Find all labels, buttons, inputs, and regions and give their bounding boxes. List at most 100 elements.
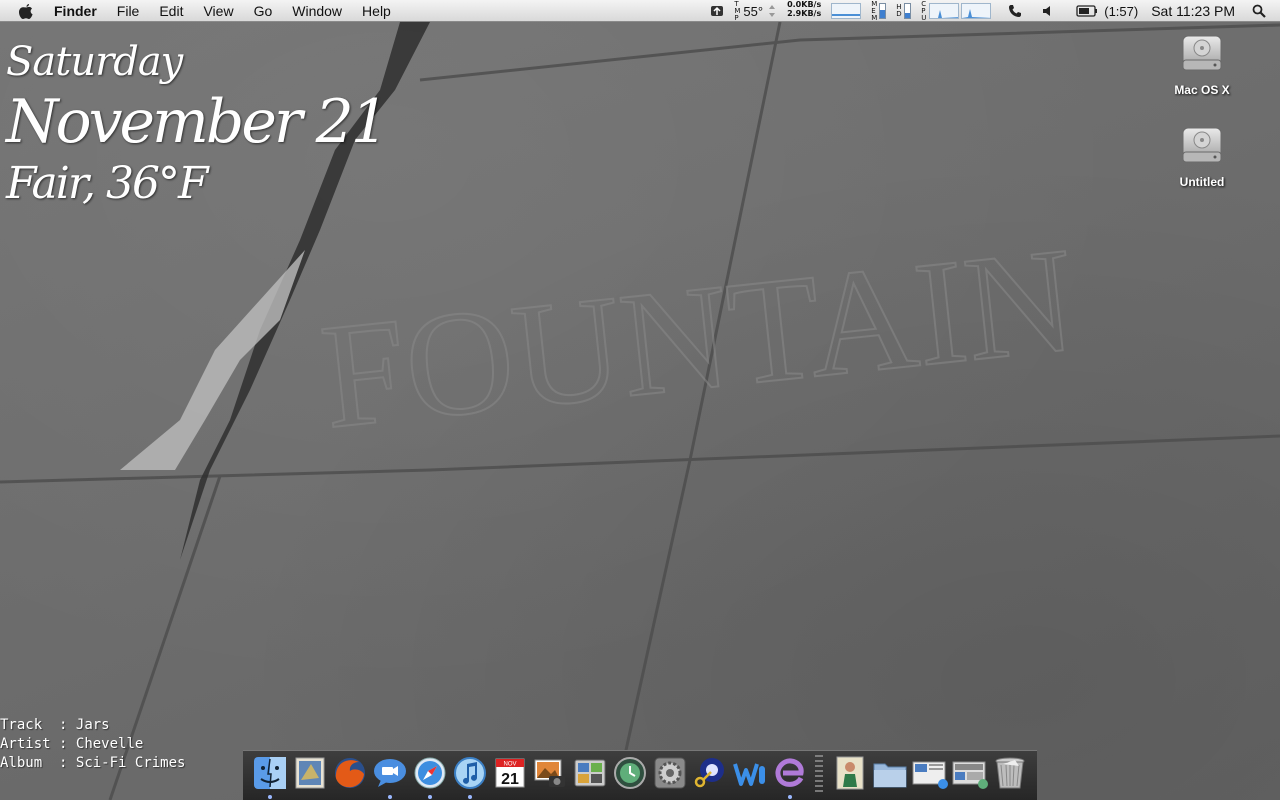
- network-graph[interactable]: [831, 0, 862, 22]
- battery-time: (1:57): [1104, 3, 1139, 19]
- dock-ical[interactable]: NOV 21: [491, 754, 529, 792]
- downloads-stack-icon: [952, 761, 988, 789]
- phone-icon[interactable]: [1008, 0, 1022, 22]
- battery-icon: [1076, 5, 1098, 17]
- battery-status[interactable]: (1:57): [1076, 0, 1138, 22]
- disk-monitor[interactable]: HD: [896, 0, 912, 22]
- dock-picture-stack[interactable]: [831, 754, 869, 792]
- day-of-week: Saturday: [6, 39, 183, 85]
- folder-stack-icon: [873, 763, 907, 788]
- network-monitor[interactable]: 0.0KB/s 2.9KB/s: [787, 0, 821, 22]
- dock-itunes[interactable]: [451, 754, 489, 799]
- disk-meter: [904, 3, 912, 19]
- itunes-icon: [454, 757, 486, 789]
- cpu-graph-2: [961, 3, 992, 19]
- menu-go[interactable]: Go: [244, 0, 283, 22]
- net-up-value: 2.9KB/s: [787, 9, 822, 18]
- album-label: Album: [0, 755, 43, 771]
- dock-iphoto[interactable]: [531, 754, 569, 792]
- menu-window[interactable]: Window: [282, 0, 352, 22]
- dock-firefox[interactable]: [331, 754, 369, 792]
- separator: :: [59, 755, 68, 771]
- cpu-label: CPU: [921, 0, 927, 22]
- apple-menu-icon[interactable]: [18, 2, 38, 20]
- artist-value: Chevelle: [75, 736, 144, 752]
- dock-dashboard[interactable]: [571, 754, 609, 792]
- menu-edit[interactable]: Edit: [149, 0, 193, 22]
- menu-view[interactable]: View: [193, 0, 243, 22]
- time-machine-icon: [614, 757, 646, 789]
- safari-icon: [414, 757, 446, 789]
- artist-label: Artist: [0, 736, 51, 752]
- spotlight-search-icon[interactable]: [1252, 0, 1266, 22]
- desktop-icon-mac-os-x[interactable]: Mac OS X: [1157, 32, 1247, 97]
- temp-label: TMP: [734, 0, 741, 22]
- dock-keychain[interactable]: [691, 754, 729, 792]
- dock-ichat[interactable]: [371, 754, 409, 799]
- stepper-arrows-icon: [769, 5, 776, 17]
- memory-monitor[interactable]: MEM: [871, 0, 887, 22]
- keychain-icon: [694, 758, 724, 788]
- dock-downloads-stack[interactable]: [951, 754, 989, 792]
- album-value: Sci-Fi Crimes: [75, 755, 186, 771]
- menu-extras: TMP 55° 0.0KB/s 2.9KB/s MEM HD CPU (1:57…: [705, 0, 1280, 22]
- app-menu[interactable]: Finder: [52, 0, 107, 22]
- ical-day: 21: [501, 771, 519, 788]
- dock-trash[interactable]: [991, 754, 1029, 792]
- date-text: November 21: [6, 87, 389, 157]
- dock-editor[interactable]: [771, 754, 809, 799]
- date-weather-widget: Saturday November 21 Fair, 36°F: [6, 36, 389, 212]
- menu-bar: Finder File Edit View Go Window Help TMP…: [0, 0, 1280, 22]
- hard-drive-icon: [1182, 35, 1222, 71]
- ichat-icon: [374, 759, 406, 787]
- track-value: Jars: [75, 717, 110, 733]
- dock-separator: [815, 755, 823, 795]
- dock-finder[interactable]: [251, 754, 289, 799]
- word-icon: [733, 763, 765, 786]
- track-label: Track: [0, 717, 43, 733]
- finder-icon: [254, 757, 286, 789]
- hd-label: HD: [896, 3, 902, 18]
- script-menu-icon[interactable]: [710, 0, 724, 22]
- cpu-monitor[interactable]: CPU: [921, 0, 992, 22]
- separator: :: [59, 717, 68, 733]
- trash-icon: [995, 757, 1025, 789]
- cpu-graph-1: [929, 3, 960, 19]
- system-preferences-icon: [654, 757, 686, 789]
- temperature-value: 55°: [743, 3, 764, 19]
- ical-month: NOV: [503, 762, 516, 768]
- menu-help[interactable]: Help: [352, 0, 401, 22]
- iphoto-icon: [534, 759, 565, 787]
- album-row: Album : Sci-Fi Crimes: [0, 754, 185, 773]
- dock-system-preferences[interactable]: [651, 754, 689, 792]
- menu-file[interactable]: File: [107, 0, 150, 22]
- dock-word[interactable]: [731, 754, 769, 792]
- mem-label: MEM: [871, 0, 878, 22]
- documents-stack-icon: [912, 761, 948, 789]
- ical-icon: NOV 21: [495, 758, 525, 788]
- dashboard-icon: [574, 759, 606, 787]
- dock-safari[interactable]: [411, 754, 449, 799]
- network-graph-chart: [831, 3, 862, 19]
- hard-drive-icon: [1182, 127, 1222, 163]
- dock: NOV 21: [243, 750, 1037, 800]
- weather-text: Fair, 36°F: [6, 158, 209, 209]
- desktop-icon-label: Untitled: [1179, 175, 1225, 189]
- dock-time-machine[interactable]: [611, 754, 649, 792]
- picture-stack-icon: [836, 756, 864, 790]
- desktop-icon-untitled[interactable]: Untitled: [1157, 124, 1247, 189]
- editor-icon: [775, 758, 804, 787]
- dock-folder-stack[interactable]: [871, 754, 909, 792]
- dock-mail[interactable]: [291, 754, 329, 792]
- desktop-icon-label: Mac OS X: [1174, 83, 1230, 97]
- net-down-value: 0.0KB/s: [787, 0, 822, 9]
- dock-documents-stack[interactable]: [911, 754, 949, 792]
- separator: :: [59, 736, 68, 752]
- volume-icon[interactable]: [1041, 0, 1055, 22]
- track-row: Track : Jars: [0, 716, 185, 735]
- firefox-icon: [335, 758, 365, 788]
- mail-icon: [295, 757, 325, 789]
- menu-clock[interactable]: Sat 11:23 PM: [1151, 0, 1235, 22]
- temperature-monitor[interactable]: TMP 55°: [734, 0, 777, 22]
- memory-meter: [879, 3, 887, 19]
